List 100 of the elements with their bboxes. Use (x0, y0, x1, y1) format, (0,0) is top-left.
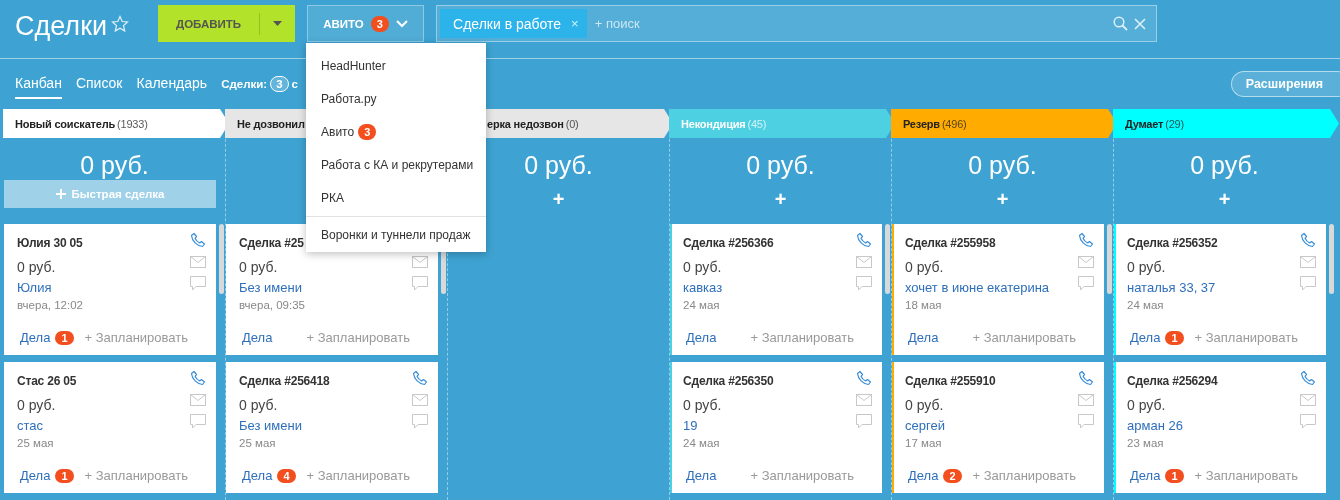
phone-icon[interactable] (412, 370, 428, 386)
mail-icon[interactable] (1078, 394, 1094, 406)
tasks-link[interactable]: Дела (686, 330, 717, 345)
chat-icon[interactable] (412, 276, 428, 291)
deal-title[interactable]: Юлия 30 05 (17, 236, 83, 256)
chat-icon[interactable] (1300, 276, 1316, 291)
contact-link[interactable]: хочет в июне екатерина (905, 280, 1050, 299)
deal-title[interactable]: Сделка #25 (239, 236, 304, 256)
view-tab[interactable]: Календарь (136, 69, 208, 99)
tasks-link[interactable]: Дела (1130, 468, 1161, 483)
schedule-link[interactable]: + Запланировать (84, 468, 188, 483)
phone-icon[interactable] (1300, 370, 1316, 386)
mail-icon[interactable] (190, 256, 206, 268)
chat-icon[interactable] (1078, 414, 1094, 429)
deal-date: 25 мая (17, 437, 54, 449)
caret-icon[interactable] (273, 21, 283, 26)
menu-item[interactable]: РКА (306, 181, 486, 214)
contact-link[interactable]: Без имени (239, 280, 302, 299)
tasks-link[interactable]: Дела (686, 468, 717, 483)
deal-title[interactable]: Сделка #256352 (1127, 236, 1218, 256)
add-button[interactable]: ДОБАВИТЬ (158, 5, 296, 42)
deal-title[interactable]: Сделка #256418 (239, 374, 330, 394)
contact-link[interactable]: Без имени (239, 418, 302, 437)
mail-icon[interactable] (1078, 256, 1094, 268)
mail-icon[interactable] (856, 394, 872, 406)
chat-icon[interactable] (1300, 414, 1316, 429)
mail-icon[interactable] (1300, 256, 1316, 268)
deal-title[interactable]: Стас 26 05 (17, 374, 77, 394)
phone-icon[interactable] (856, 370, 872, 386)
phone-icon[interactable] (856, 232, 872, 248)
schedule-link[interactable]: + Запланировать (1194, 468, 1298, 483)
count-badge: 3 (370, 15, 389, 32)
schedule-link[interactable]: + Запланировать (972, 468, 1076, 483)
schedule-link[interactable]: + Запланировать (1194, 330, 1298, 345)
view-tab[interactable]: Канбан (15, 69, 62, 99)
contact-link[interactable]: кавказ (683, 280, 723, 299)
phone-icon[interactable] (190, 232, 206, 248)
scrollbar[interactable] (1107, 224, 1112, 294)
deal-title[interactable]: Сделка #256294 (1127, 374, 1218, 394)
mail-icon[interactable] (856, 256, 872, 268)
menu-item[interactable]: Работа с КА и рекрутерами (306, 148, 486, 181)
deal-title[interactable]: Сделка #255958 (905, 236, 996, 256)
stage-count: (45) (747, 117, 767, 130)
task-count-badge: 1 (55, 330, 74, 345)
phone-icon[interactable] (190, 370, 206, 386)
contact-link[interactable]: 19 (683, 418, 698, 437)
phone-icon[interactable] (1078, 232, 1094, 248)
stage-amount: 0 руб. (746, 150, 815, 180)
tasks-link[interactable]: Дела (242, 468, 273, 483)
phone-icon[interactable] (1300, 232, 1316, 248)
chat-icon[interactable] (190, 276, 206, 291)
deal-title[interactable]: Сделка #255910 (905, 374, 996, 394)
tasks-link[interactable]: Дела (242, 330, 273, 345)
chat-icon[interactable] (1078, 276, 1094, 291)
tasks-link[interactable]: Дела (908, 468, 939, 483)
menu-item[interactable]: Работа.ру (306, 82, 486, 115)
contact-link[interactable]: Юлия (17, 280, 52, 299)
tasks-link[interactable]: Дела (908, 330, 939, 345)
phone-icon[interactable] (1078, 370, 1094, 386)
add-deal-button[interactable]: + (548, 188, 569, 210)
contact-link[interactable]: стас (17, 418, 44, 437)
scrollbar[interactable] (885, 224, 890, 294)
chat-icon[interactable] (190, 414, 206, 429)
pipeline-dropdown[interactable]: АВИТО 3 (307, 5, 425, 42)
menu-item[interactable]: Авито 3 (306, 115, 486, 148)
schedule-link[interactable]: + Запланировать (972, 330, 1076, 345)
mail-icon[interactable] (1300, 394, 1316, 406)
deal-title[interactable]: Сделка #256366 (683, 236, 774, 256)
deal-price: 0 руб. (17, 259, 56, 277)
schedule-link[interactable]: + Запланировать (750, 468, 854, 483)
chat-icon[interactable] (412, 414, 428, 429)
tasks-link[interactable]: Дела (20, 330, 51, 345)
search-icon[interactable] (1113, 16, 1129, 31)
mail-icon[interactable] (412, 256, 428, 268)
schedule-link[interactable]: + Запланировать (306, 330, 410, 345)
mail-icon[interactable] (190, 394, 206, 406)
add-deal-button[interactable]: + (770, 188, 791, 210)
add-deal-button[interactable]: + (992, 188, 1013, 210)
contact-link[interactable]: сергей (905, 418, 945, 437)
tasks-link[interactable]: Дела (1130, 330, 1161, 345)
deal-price: 0 руб. (1127, 397, 1166, 415)
chat-icon[interactable] (856, 414, 872, 429)
schedule-link[interactable]: + Запланировать (750, 330, 854, 345)
scrollbar[interactable] (1329, 224, 1334, 294)
schedule-link[interactable]: + Запланировать (84, 330, 188, 345)
contact-link[interactable]: наталья 33, 37 (1127, 280, 1216, 299)
deals-suffix: с (291, 78, 298, 90)
view-tab[interactable]: Список (75, 69, 123, 99)
star-icon[interactable] (111, 15, 130, 33)
contact-link[interactable]: арман 26 (1127, 418, 1183, 437)
mail-icon[interactable] (412, 394, 428, 406)
stage-amount: 0 руб. (968, 150, 1037, 180)
close-icon[interactable] (1134, 17, 1147, 30)
add-deal-button[interactable]: + (1214, 188, 1235, 210)
menu-item[interactable]: HeadHunter (306, 49, 486, 82)
deal-title[interactable]: Сделка #256350 (683, 374, 774, 394)
scrollbar[interactable] (219, 224, 224, 294)
schedule-link[interactable]: + Запланировать (306, 468, 410, 483)
chat-icon[interactable] (856, 276, 872, 291)
tasks-link[interactable]: Дела (20, 468, 51, 483)
